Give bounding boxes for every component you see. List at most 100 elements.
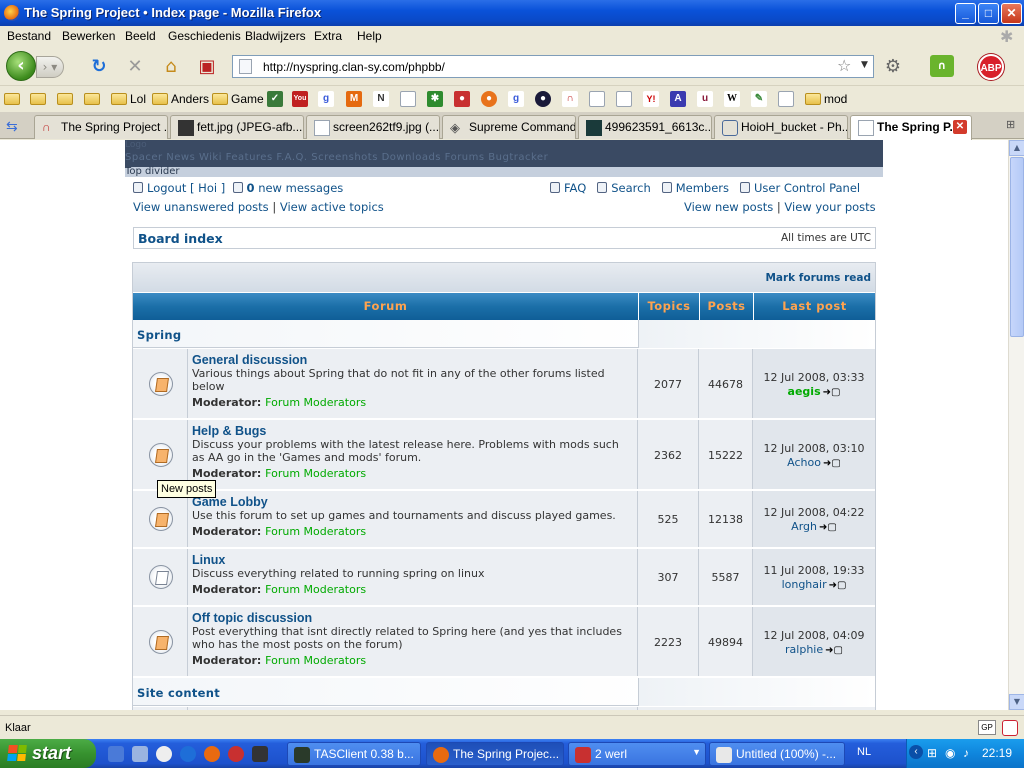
bookmark-icon[interactable]: N	[373, 90, 389, 108]
tab-list-icon[interactable]: ⇆	[6, 118, 18, 135]
tab-photobucket[interactable]: HoioH_bucket - Ph...	[714, 115, 848, 139]
tray-icon[interactable]: ◉	[945, 746, 955, 760]
bookmark-star-icon[interactable]: ☆	[837, 56, 851, 75]
bookmark-icon[interactable]: u	[697, 90, 713, 108]
bookmark-folder-game[interactable]: Game	[212, 90, 264, 108]
taskbar-item-werl[interactable]: 2 werl ▼	[568, 742, 706, 766]
your-posts-link[interactable]: View your posts	[784, 200, 875, 214]
greasemonkey-icon[interactable]: ∩	[930, 55, 954, 77]
moderator-link[interactable]: Forum Moderators	[265, 654, 366, 667]
tab-image-499623591[interactable]: 499623591_6613c...	[578, 115, 712, 139]
url-dropdown-icon[interactable]: ▼	[861, 60, 868, 70]
network-icon[interactable]: ⊞	[927, 746, 937, 760]
close-tab-icon[interactable]: ✕	[953, 120, 967, 134]
bookmark-icon[interactable]: ∩	[562, 90, 578, 108]
moderator-link[interactable]: Forum Moderators	[265, 467, 366, 480]
back-button[interactable]: ‹	[6, 51, 36, 81]
tab-screen262tf9[interactable]: screen262tf9.jpg (...	[306, 115, 440, 139]
google-icon[interactable]: g	[508, 90, 524, 108]
wikipedia-icon[interactable]: W	[724, 90, 740, 108]
menu-bladwijzers[interactable]: Bladwijzers	[245, 29, 306, 43]
active-topics-link[interactable]: View active topics	[280, 200, 384, 214]
scroll-up-icon[interactable]: ▲	[1009, 140, 1024, 156]
category-site-content-link[interactable]: Site content	[137, 686, 220, 700]
youtube-icon[interactable]: You	[292, 90, 308, 108]
taskbar-item-firefox[interactable]: The Spring Projec...	[426, 742, 564, 766]
extension-icon[interactable]: ⚙	[882, 56, 904, 78]
last-post-author[interactable]: longhair ➜▢	[753, 578, 875, 591]
bookmark-icon[interactable]: ✱	[427, 90, 443, 108]
minimize-button[interactable]: _	[955, 3, 976, 24]
scroll-thumb[interactable]	[1010, 157, 1024, 337]
new-messages-link[interactable]: new messages	[258, 181, 343, 195]
moderator-link[interactable]: Forum Moderators	[265, 525, 366, 538]
category-spring-link[interactable]: Spring	[137, 328, 181, 342]
maximize-button[interactable]: □	[978, 3, 999, 24]
bookmark-icon[interactable]: ✓	[267, 90, 283, 108]
gp-status-icon[interactable]: GP	[978, 720, 996, 735]
menu-geschiedenis[interactable]: Geschiedenis	[168, 29, 241, 43]
tab-supreme-commander[interactable]: ◈ Supreme Command...	[442, 115, 576, 139]
home-icon[interactable]: ⌂	[160, 56, 182, 78]
page-bookmark-icon[interactable]	[616, 90, 632, 108]
bookmark-icon[interactable]: M	[346, 90, 362, 108]
site-nav[interactable]: Spacer News Wiki Features F.A.Q. Screens…	[125, 152, 548, 163]
tab-overflow-icon[interactable]: ⊞	[1006, 118, 1015, 131]
taskbar-item-tasclient[interactable]: TASClient 0.38 b...	[287, 742, 421, 766]
faq-link[interactable]: FAQ	[564, 181, 586, 195]
firefox-quicklaunch-icon[interactable]	[204, 746, 220, 762]
go-to-last-post-icon[interactable]: ➜▢	[829, 580, 847, 591]
forum-title-link[interactable]: General discussion	[192, 353, 633, 367]
forum-title-link[interactable]: Linux	[192, 553, 633, 567]
bookmark-icon[interactable]: ●	[535, 90, 551, 108]
bookmark-folder[interactable]	[4, 90, 20, 108]
close-window-button[interactable]: ✕	[1001, 3, 1022, 24]
yahoo-icon[interactable]: Y!	[643, 90, 659, 108]
bookmark-icon[interactable]: ●	[454, 90, 470, 108]
tab-spring-project[interactable]: ∩ The Spring Project ...	[34, 115, 168, 139]
forum-title-link[interactable]: Help & Bugs	[192, 424, 633, 438]
mark-forums-read-link[interactable]: Mark forums read	[765, 272, 871, 284]
last-post-author[interactable]: ralphie ➜▢	[753, 643, 875, 656]
board-index-link[interactable]: Board index	[138, 231, 223, 246]
go-to-last-post-icon[interactable]: ➜▢	[823, 387, 841, 398]
moderator-link[interactable]: Forum Moderators	[265, 396, 366, 409]
page-bookmark-icon[interactable]	[778, 90, 794, 108]
logout-link[interactable]: Logout [ Hoi ]	[147, 181, 225, 195]
tray-expand-icon[interactable]: ‹	[909, 745, 923, 759]
menu-beeld[interactable]: Beeld	[125, 29, 156, 43]
google-icon[interactable]: g	[318, 90, 334, 108]
url-text[interactable]: http://nyspring.clan-sy.com/phpbb/	[263, 60, 445, 74]
search-link[interactable]: Search	[611, 181, 651, 195]
resize-icon[interactable]	[1002, 720, 1018, 736]
start-button[interactable]: start	[0, 739, 96, 768]
print-icon[interactable]: ▣	[196, 56, 218, 78]
page-bookmark-icon[interactable]	[400, 90, 416, 108]
go-to-last-post-icon[interactable]: ➜▢	[819, 522, 837, 533]
menu-help[interactable]: Help	[357, 29, 382, 43]
forum-title-link[interactable]: Game Lobby	[192, 495, 633, 509]
last-post-author[interactable]: Argh ➜▢	[753, 520, 875, 533]
messages-count[interactable]: 0	[247, 181, 255, 195]
quicklaunch-icon[interactable]	[252, 746, 268, 762]
ie-icon[interactable]	[180, 746, 196, 762]
quicklaunch-icon[interactable]	[132, 746, 148, 762]
bookmark-icon[interactable]: A	[670, 90, 686, 108]
quicklaunch-icon[interactable]	[228, 746, 244, 762]
moderator-link[interactable]: Forum Moderators	[265, 583, 366, 596]
bookmark-folder-lol[interactable]: Lol	[111, 90, 146, 108]
last-post-author[interactable]: aegis ➜▢	[753, 385, 875, 398]
ucp-link[interactable]: User Control Panel	[754, 181, 860, 195]
stop-icon[interactable]: ✕	[124, 56, 146, 78]
bookmark-folder[interactable]	[30, 90, 46, 108]
go-to-last-post-icon[interactable]: ➜▢	[825, 645, 843, 656]
forum-title-link[interactable]: Off topic discussion	[192, 611, 633, 625]
members-link[interactable]: Members	[676, 181, 729, 195]
page-bookmark-icon[interactable]	[589, 90, 605, 108]
bookmark-folder-mod[interactable]: mod	[805, 90, 847, 108]
adblock-icon[interactable]: ABP	[978, 54, 1004, 80]
quicklaunch-icon[interactable]	[156, 746, 172, 762]
tab-fett-jpg[interactable]: fett.jpg (JPEG-afb...	[170, 115, 304, 139]
bookmark-folder-anders[interactable]: Anders	[152, 90, 209, 108]
menu-bestand[interactable]: Bestand	[7, 29, 51, 43]
